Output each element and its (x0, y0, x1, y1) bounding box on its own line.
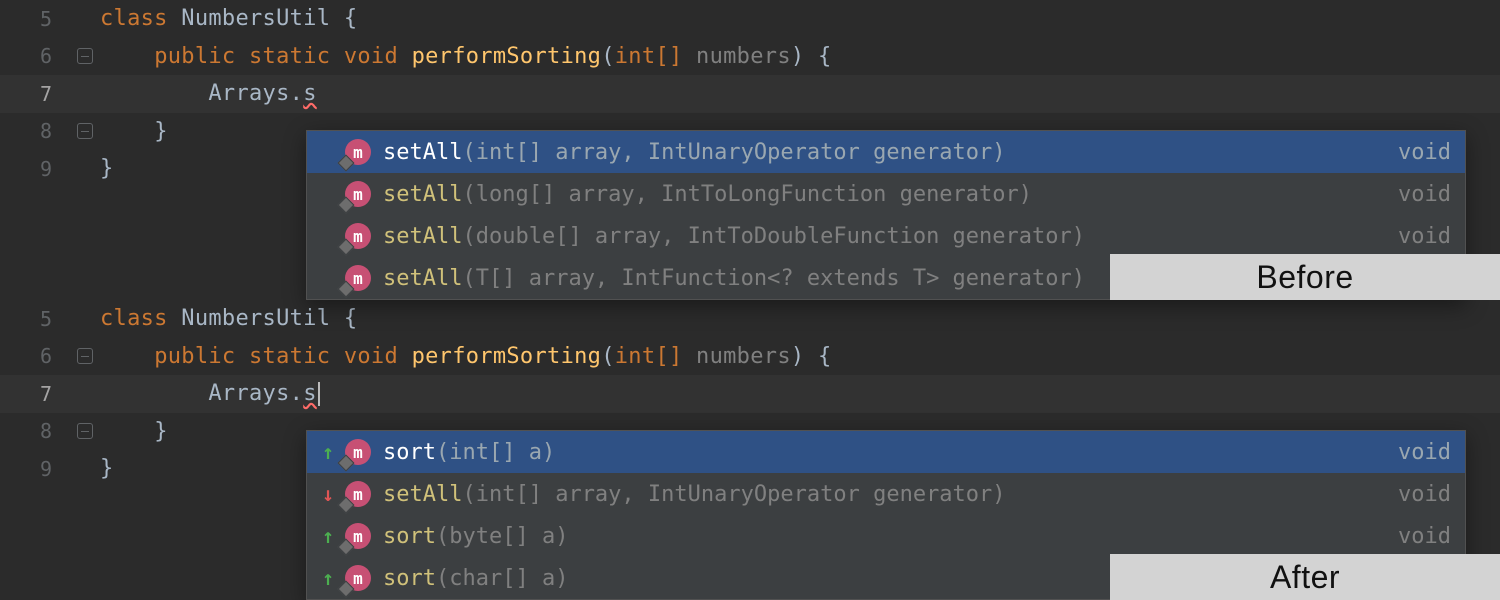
after-label: After (1110, 554, 1500, 600)
return-type: void (1388, 524, 1451, 549)
return-type: void (1388, 140, 1451, 165)
method-icon: m (343, 179, 373, 209)
fold-toggle-icon[interactable] (77, 48, 93, 64)
line-number: 8 (0, 119, 70, 143)
fold-column[interactable] (70, 48, 100, 64)
line-number: 6 (0, 344, 70, 368)
completion-item[interactable]: m setAll(int[] array, IntUnaryOperator g… (307, 131, 1465, 173)
line-number: 5 (0, 7, 70, 31)
code-text[interactable]: } (100, 456, 114, 481)
fold-toggle-icon[interactable] (77, 123, 93, 139)
method-icon: m (343, 221, 373, 251)
return-type: void (1388, 440, 1451, 465)
fold-toggle-icon[interactable] (77, 348, 93, 364)
rank-down-icon: ↓ (317, 482, 339, 506)
return-type: void (1388, 182, 1451, 207)
line-number: 5 (0, 307, 70, 331)
completion-item[interactable]: m setAll(double[] array, IntToDoubleFunc… (307, 215, 1465, 257)
line-number: 7 (0, 82, 70, 106)
fold-column[interactable] (70, 423, 100, 439)
code-line: 6 public static void performSorting(int[… (0, 38, 1500, 76)
method-icon: m (343, 263, 373, 293)
completion-item[interactable]: ↑ m sort(byte[] a) void (307, 515, 1465, 557)
code-text[interactable]: Arrays.s (100, 81, 317, 106)
rank-up-icon: ↑ (317, 566, 339, 590)
return-type: void (1388, 482, 1451, 507)
line-number: 9 (0, 157, 70, 181)
line-number: 7 (0, 382, 70, 406)
code-text[interactable]: } (100, 419, 168, 444)
code-line: 5 class NumbersUtil { (0, 300, 1500, 338)
code-line-current: 7 Arrays.s (0, 75, 1500, 113)
method-icon: m (343, 563, 373, 593)
before-label: Before (1110, 254, 1500, 300)
code-line: 5 class NumbersUtil { (0, 0, 1500, 38)
line-number: 8 (0, 419, 70, 443)
fold-column[interactable] (70, 123, 100, 139)
rank-up-icon: ↑ (317, 524, 339, 548)
code-text[interactable]: Arrays.s (100, 381, 320, 406)
method-icon: m (343, 521, 373, 551)
method-icon: m (343, 437, 373, 467)
code-text[interactable]: class NumbersUtil { (100, 306, 357, 331)
code-text[interactable]: } (100, 119, 168, 144)
completion-item[interactable]: ↑ m sort(int[] a) void (307, 431, 1465, 473)
text-caret (318, 382, 320, 406)
code-line-current: 7 Arrays.s (0, 375, 1500, 413)
rank-up-icon: ↑ (317, 440, 339, 464)
completion-item[interactable]: m setAll(long[] array, IntToLongFunction… (307, 173, 1465, 215)
code-text[interactable]: public static void performSorting(int[] … (100, 44, 832, 69)
method-icon: m (343, 479, 373, 509)
return-type: void (1388, 224, 1451, 249)
code-text[interactable]: public static void performSorting(int[] … (100, 344, 832, 369)
line-number: 9 (0, 457, 70, 481)
code-line: 6 public static void performSorting(int[… (0, 338, 1500, 376)
code-text[interactable]: class NumbersUtil { (100, 6, 357, 31)
completion-item[interactable]: ↓ m setAll(int[] array, IntUnaryOperator… (307, 473, 1465, 515)
fold-column[interactable] (70, 348, 100, 364)
line-number: 6 (0, 44, 70, 68)
fold-toggle-icon[interactable] (77, 423, 93, 439)
code-text[interactable]: } (100, 156, 114, 181)
method-icon: m (343, 137, 373, 167)
